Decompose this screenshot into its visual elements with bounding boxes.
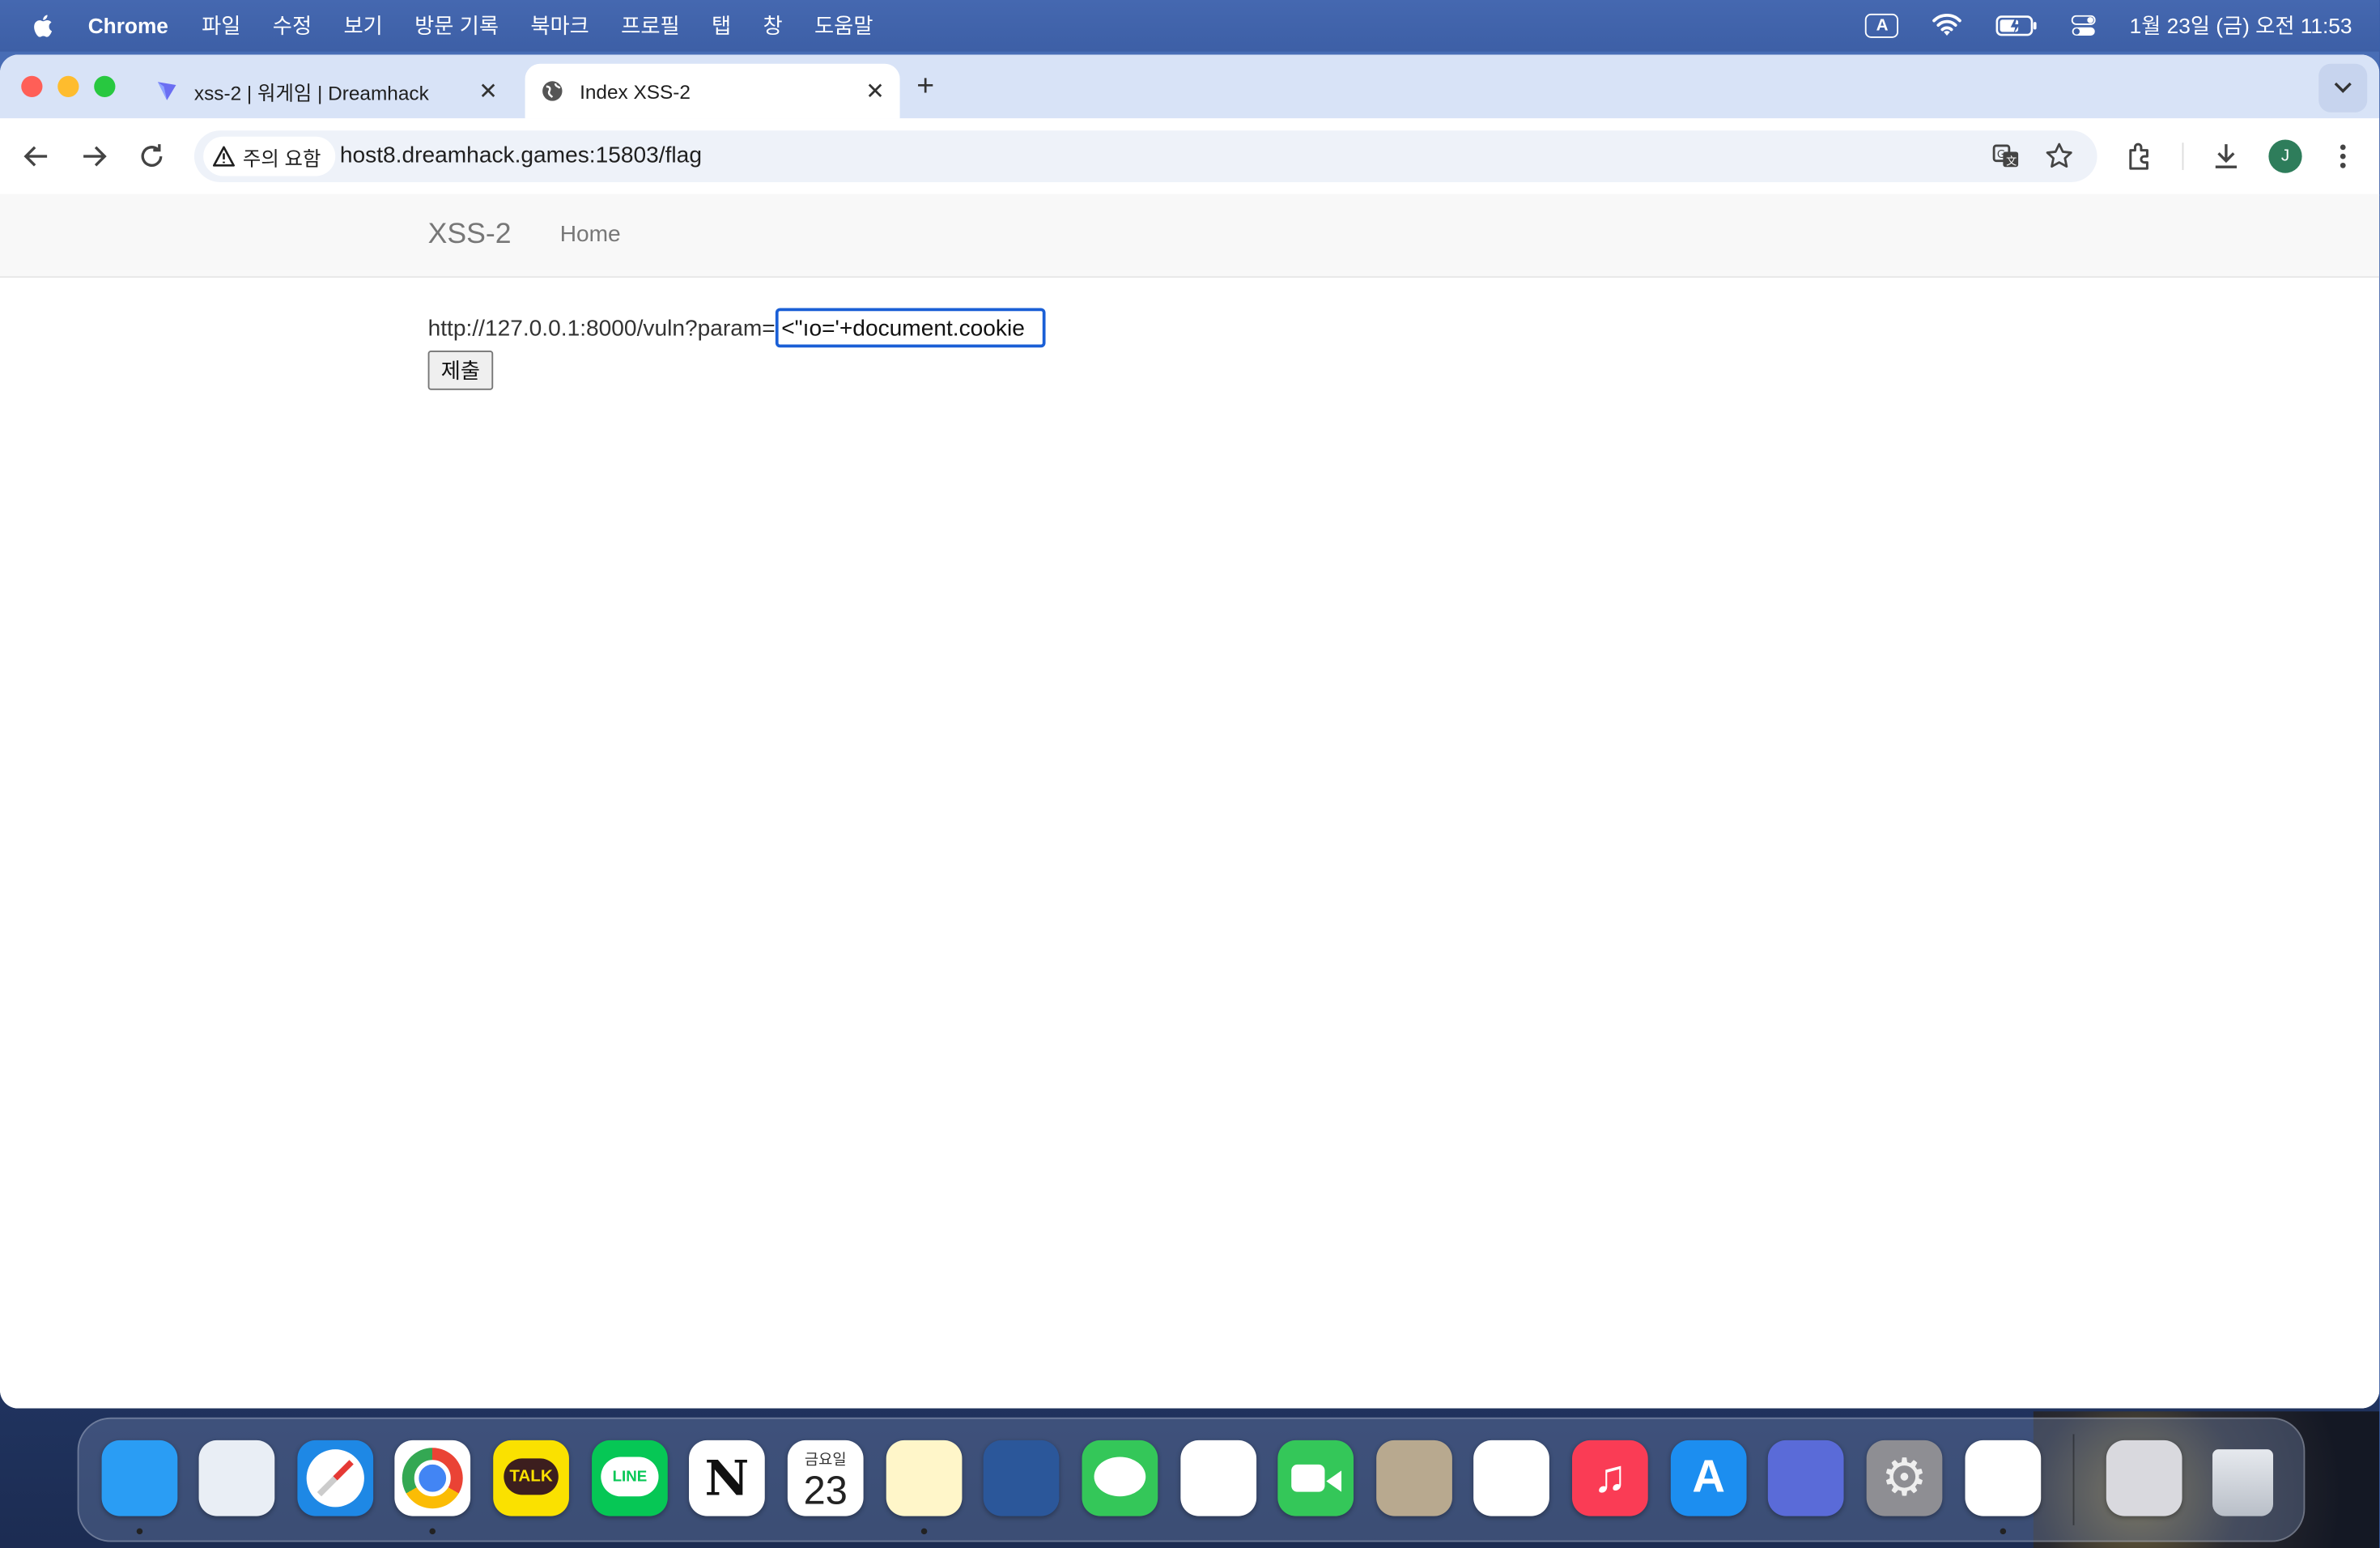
calendar-day: 23 [803, 1467, 848, 1513]
control-center-icon[interactable] [2072, 15, 2097, 36]
line-label: LINE [601, 1457, 659, 1497]
forward-icon[interactable] [78, 139, 111, 172]
tab-index-xss-2[interactable]: Index XSS-2 ✕ [525, 63, 900, 119]
dreamhack-logo-icon [157, 82, 176, 100]
url-host: host8.dreamhack.games [339, 142, 589, 169]
menu-help[interactable]: 도움말 [814, 11, 873, 40]
dock: TALK LINE N 금요일 23 ♫ A ⚙ [77, 1417, 2306, 1542]
kakaotalk-icon[interactable]: TALK [493, 1440, 569, 1516]
messages-icon[interactable] [1082, 1440, 1158, 1516]
site-navbar: XSS-2 Home [0, 194, 2380, 279]
tab-strip: xss-2 | 워게임 | Dreamhack ✕ Index XSS-2 ✕ … [0, 54, 2380, 119]
flag-form: http://127.0.0.1:8000/vuln?param= [428, 308, 1046, 348]
url-path: :15803/flag [589, 142, 702, 169]
chrome-icon[interactable] [394, 1440, 471, 1516]
word-icon[interactable] [983, 1440, 1060, 1516]
app-store-icon[interactable]: A [1670, 1440, 1747, 1516]
close-tab-icon[interactable]: ✕ [865, 78, 885, 104]
menu-clock[interactable]: 1월 23일 (금) 오전 11:53 [2130, 11, 2352, 40]
menu-bar: Chrome 파일 수정 보기 방문 기록 북마크 프로필 탭 창 도움말 A … [0, 0, 2380, 52]
reminders-icon[interactable] [1473, 1440, 1549, 1516]
menu-bookmarks[interactable]: 북마크 [530, 11, 589, 40]
svg-text:G: G [1997, 149, 2005, 161]
textedit-icon[interactable] [1965, 1440, 2042, 1516]
tab-search-button[interactable] [2318, 63, 2368, 113]
wifi-icon[interactable] [1932, 14, 1962, 38]
reload-icon[interactable] [135, 139, 168, 172]
security-chip[interactable]: 주의 요함 [203, 136, 337, 176]
tab-title: xss-2 | 워게임 | Dreamhack [193, 81, 429, 104]
running-indicator [920, 1528, 928, 1535]
translate-icon[interactable]: G文 [1991, 141, 2021, 171]
launchpad-icon[interactable] [198, 1440, 275, 1516]
simulator-icon[interactable] [1767, 1440, 1844, 1516]
menu-view[interactable]: 보기 [343, 11, 382, 40]
menu-history[interactable]: 방문 기록 [414, 11, 499, 40]
security-label: 주의 요함 [242, 146, 321, 170]
contacts-icon[interactable] [1376, 1440, 1452, 1516]
input-source-indicator[interactable]: A [1865, 13, 1899, 38]
bookmark-star-icon[interactable] [2044, 141, 2074, 171]
browser-toolbar: 주의 요함 host8.dreamhack.games:15803/flag G… [0, 118, 2380, 196]
kakaotalk-label: TALK [504, 1458, 559, 1495]
menu-profiles[interactable]: 프로필 [621, 11, 679, 40]
back-icon[interactable] [19, 139, 53, 172]
address-bar[interactable]: 주의 요함 host8.dreamhack.games:15803/flag G… [193, 130, 2097, 182]
tab-dreamhack[interactable]: xss-2 | 워게임 | Dreamhack ✕ [139, 64, 512, 118]
close-tab-icon[interactable]: ✕ [478, 78, 498, 104]
menu-tab[interactable]: 탭 [712, 11, 731, 40]
submit-button[interactable]: 제출 [427, 351, 494, 390]
battery-charging-icon[interactable] [1996, 15, 2038, 36]
chrome-window: xss-2 | 워게임 | Dreamhack ✕ Index XSS-2 ✕ … [0, 54, 2380, 1409]
url-text[interactable]: host8.dreamhack.games:15803/flag [340, 142, 702, 168]
svg-text:文: 文 [2006, 155, 2017, 168]
zoom-window-button[interactable] [94, 75, 116, 97]
calendar-icon[interactable]: 금요일 23 [787, 1440, 864, 1516]
web-page: XSS-2 Home http://127.0.0.1:8000/vuln?pa… [0, 194, 2380, 1409]
profile-avatar[interactable]: J [2268, 139, 2302, 173]
download-icon[interactable] [2209, 139, 2242, 172]
globe-icon [542, 81, 563, 101]
running-indicator [2000, 1528, 2007, 1535]
trash-icon[interactable] [2205, 1440, 2281, 1516]
menu-file[interactable]: 파일 [202, 11, 240, 40]
running-indicator [136, 1528, 143, 1535]
extensions-icon[interactable] [2123, 139, 2156, 172]
dock-separator [2072, 1434, 2075, 1525]
line-icon[interactable]: LINE [592, 1440, 668, 1516]
menu-window[interactable]: 창 [763, 11, 782, 40]
chevron-down-icon [2334, 82, 2352, 93]
music-icon[interactable]: ♫ [1571, 1440, 1648, 1516]
warning-icon [212, 146, 235, 167]
minimize-window-button[interactable] [57, 75, 79, 97]
menu-edit[interactable]: 수정 [273, 11, 312, 40]
calendar-weekday: 금요일 [804, 1452, 847, 1469]
photos-icon[interactable] [1180, 1440, 1257, 1516]
apple-icon[interactable] [30, 12, 57, 40]
toolbar-divider [2182, 142, 2184, 170]
close-window-button[interactable] [21, 75, 43, 97]
nav-home-link[interactable]: Home [560, 222, 621, 248]
notion-icon[interactable]: N [689, 1440, 765, 1516]
tab-title: Index XSS-2 [580, 79, 691, 103]
notes-icon[interactable] [886, 1440, 963, 1516]
system-settings-icon[interactable]: ⚙ [1866, 1440, 1943, 1516]
form-label: http://127.0.0.1:8000/vuln?param= [427, 314, 776, 341]
site-brand[interactable]: XSS-2 [428, 219, 512, 252]
calculator-icon[interactable] [2106, 1440, 2182, 1516]
running-indicator [429, 1528, 436, 1535]
facetime-icon[interactable] [1277, 1440, 1354, 1516]
safari-icon[interactable] [297, 1440, 374, 1516]
more-menu-icon[interactable] [2327, 139, 2360, 172]
app-name-menu[interactable]: Chrome [88, 14, 168, 38]
finder-icon[interactable] [101, 1440, 178, 1516]
param-input[interactable] [775, 308, 1046, 348]
new-tab-button[interactable]: + [916, 70, 934, 104]
